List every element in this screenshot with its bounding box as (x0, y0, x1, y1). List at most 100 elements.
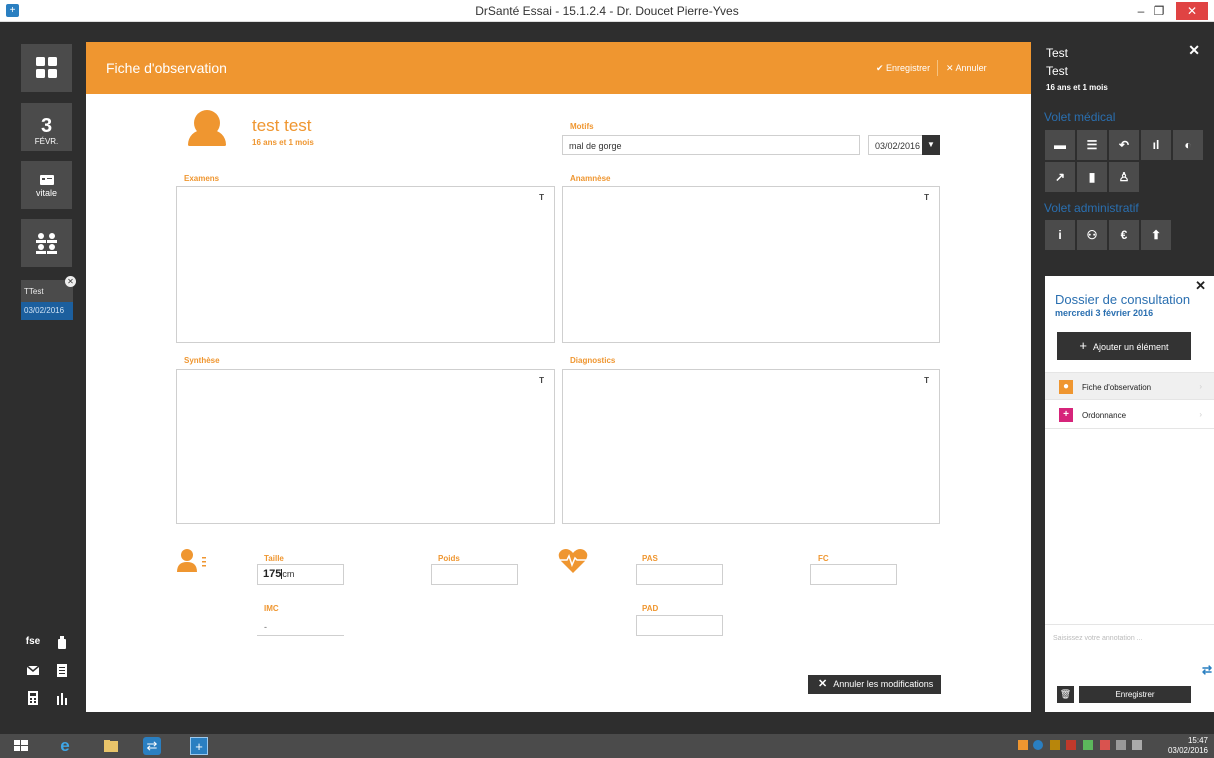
trash-icon[interactable]: 🗑 (1057, 686, 1074, 703)
fse-button[interactable]: fse (23, 632, 43, 652)
maximize-button[interactable]: ❐ (1150, 2, 1168, 20)
drsante-icon[interactable]: + (190, 737, 208, 755)
upload-icon[interactable]: ⬆ (1141, 220, 1171, 250)
chevron-icon: › (1199, 382, 1202, 391)
text-format-icon[interactable]: T (924, 193, 929, 202)
motifs-label: Motifs (570, 122, 594, 131)
patient-age-side: 16 ans et 1 mois (1046, 83, 1108, 92)
microscope-icon[interactable]: ♙ (1109, 162, 1139, 192)
calculator-icon[interactable] (23, 688, 43, 708)
minimize-button[interactable]: – (1132, 2, 1150, 20)
vitale-card-button[interactable]: vitale (21, 161, 72, 209)
tray-icon[interactable] (1033, 740, 1043, 750)
examens-label: Examens (184, 174, 220, 183)
left-rail: 3 FÉVR. vitale TTest 03/02/2016 ✕ fse (0, 22, 80, 734)
patient-age: 16 ans et 1 mois (252, 138, 314, 147)
date-input[interactable]: 03/02/2016 (868, 135, 923, 155)
taille-label: Taille (264, 554, 284, 563)
system-clock[interactable]: 15:47 03/02/2016 (1168, 736, 1208, 756)
cancel-button[interactable]: ✕ Annuler (946, 63, 987, 74)
tray-icon[interactable] (1018, 740, 1028, 750)
open-patient-tab[interactable]: TTest 03/02/2016 ✕ (21, 276, 76, 322)
grid-icon (36, 57, 57, 78)
examens-textarea[interactable]: T (176, 186, 555, 343)
patient-last-name: Test (1046, 64, 1069, 78)
motifs-input[interactable]: mal de gorge (562, 135, 860, 155)
close-folder-icon[interactable]: ✕ (1195, 278, 1206, 294)
observation-form: Fiche d'observation ✔ Enregistrer ✕ Annu… (86, 42, 1031, 712)
close-patient-icon[interactable]: ✕ (1188, 42, 1200, 59)
synthese-textarea[interactable]: T (176, 369, 555, 524)
folder-save-button[interactable]: Enregistrer (1079, 686, 1191, 703)
chart-icon[interactable]: ıl (1141, 130, 1171, 160)
windows-start-icon[interactable] (12, 737, 30, 755)
patients-button[interactable] (21, 219, 72, 267)
tray-icon[interactable] (1100, 740, 1110, 750)
text-format-icon[interactable]: T (539, 376, 544, 385)
imc-value: - (257, 616, 344, 636)
document-icon[interactable] (52, 660, 72, 680)
folder-item-label: Fiche d'observation (1082, 383, 1152, 392)
pas-input[interactable] (636, 564, 723, 585)
people-icon[interactable]: ⚇ (1077, 220, 1107, 250)
patient-name: test test (252, 116, 312, 135)
close-patient-tab-icon[interactable]: ✕ (65, 276, 76, 287)
save-label: Enregistrer (886, 63, 931, 73)
folder-item-observation[interactable]: ● Fiche d'observation › (1045, 372, 1214, 400)
dashboard-button[interactable] (21, 44, 72, 92)
prescription-icon: + (1059, 408, 1073, 422)
info-icon[interactable]: i (1045, 220, 1075, 250)
tray-icon[interactable] (1050, 740, 1060, 750)
close-icon: ✕ (818, 678, 828, 690)
save-button[interactable]: ✔ Enregistrer (876, 63, 930, 74)
patients-icon (36, 233, 57, 254)
taille-input[interactable]: 175cm (257, 564, 344, 585)
teamviewer-icon[interactable]: ⇄ (143, 737, 161, 755)
stats-icon[interactable] (52, 688, 72, 708)
file-icon[interactable]: ▮ (1077, 162, 1107, 192)
medical-section-title: Volet médical (1044, 110, 1116, 124)
cancel-modifications-label: Annuler les modifications (833, 679, 934, 689)
pas-label: PAS (642, 554, 658, 563)
network-icon[interactable] (1116, 740, 1126, 750)
form-header: Fiche d'observation ✔ Enregistrer ✕ Annu… (86, 42, 1031, 94)
calendar-button[interactable]: 3 FÉVR. (21, 103, 72, 151)
add-element-button[interactable]: + Ajouter un élément (1057, 332, 1191, 360)
fc-label: FC (818, 554, 829, 563)
text-format-icon[interactable]: T (539, 193, 544, 202)
clock-date: 03/02/2016 (1167, 746, 1208, 755)
mail-icon[interactable] (23, 660, 43, 680)
annotation-input[interactable]: Saisissez votre annotation ... (1045, 624, 1214, 680)
volume-icon[interactable] (1132, 740, 1142, 750)
clock-time: 15:47 (1187, 736, 1208, 745)
date-dropdown-button[interactable]: ▼ (922, 135, 940, 155)
list-icon[interactable]: ☰ (1077, 130, 1107, 160)
vitale-label: vitale (35, 188, 57, 198)
folder-icon[interactable]: ▬ (1045, 130, 1075, 160)
cancel-modifications-button[interactable]: ✕ Annuler les modifications (808, 675, 941, 694)
fc-input[interactable] (810, 564, 897, 585)
internet-explorer-icon[interactable]: e (56, 737, 74, 755)
tray-icon[interactable] (1066, 740, 1076, 750)
euro-icon[interactable]: € (1109, 220, 1139, 250)
tool-icon[interactable]: ↗ (1045, 162, 1075, 192)
window-title: DrSanté Essai - 15.1.2.4 - Dr. Doucet Pi… (475, 4, 739, 18)
chevron-icon: › (1199, 410, 1202, 419)
anamnese-textarea[interactable]: T (562, 186, 940, 343)
teamviewer-side-tab[interactable]: ⇄ (1200, 656, 1214, 684)
folder-item-prescription[interactable]: + Ordonnance › (1045, 401, 1214, 429)
anamnese-label: Anamnèse (570, 174, 611, 183)
diagnostics-textarea[interactable]: T (562, 369, 940, 524)
file-explorer-icon[interactable] (102, 737, 120, 755)
close-window-button[interactable]: ✕ (1176, 2, 1208, 20)
pad-input[interactable] (636, 615, 723, 636)
heart-rate-icon (558, 549, 588, 573)
bottle-icon[interactable] (52, 632, 72, 652)
poids-input[interactable] (431, 564, 518, 585)
history-icon[interactable]: ↶ (1109, 130, 1139, 160)
calendar-month: FÉVR. (34, 137, 59, 146)
pill-icon[interactable]: ◐ (1173, 130, 1203, 160)
add-element-label: Ajouter un élément (1093, 342, 1169, 352)
tray-icon[interactable] (1083, 740, 1093, 750)
text-format-icon[interactable]: T (924, 376, 929, 385)
